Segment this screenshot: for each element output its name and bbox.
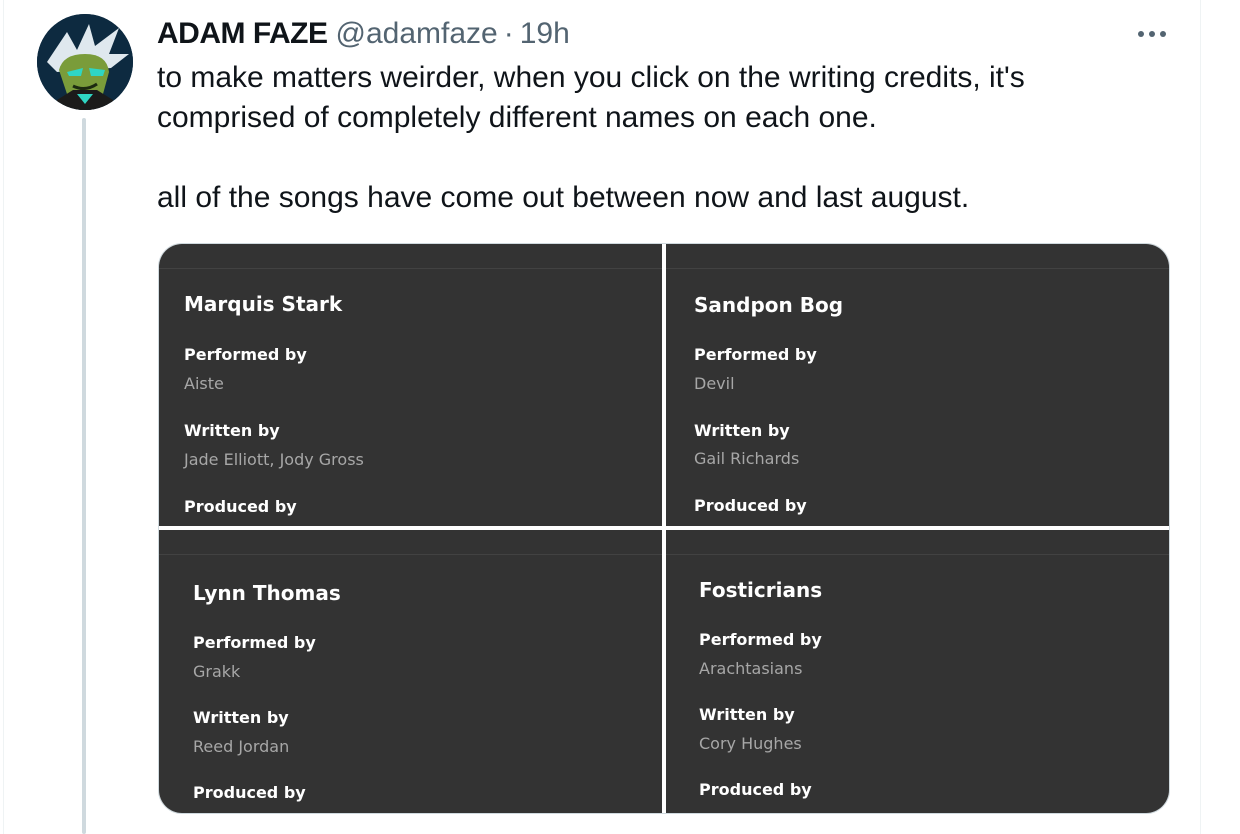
produced-by-label: Produced by bbox=[699, 780, 812, 799]
performed-by-label: Performed by bbox=[694, 345, 817, 364]
image-top-strip bbox=[159, 530, 662, 555]
media-image-4[interactable]: Fosticrians Performed by Arachtasians Wr… bbox=[666, 530, 1169, 813]
written-by-label: Written by bbox=[699, 705, 795, 724]
author-name[interactable]: ADAM FAZE bbox=[157, 17, 328, 51]
performer-name: Aiste bbox=[184, 374, 224, 393]
timeline-left-border bbox=[3, 0, 4, 834]
more-horizontal-icon bbox=[1138, 31, 1166, 37]
song-title: Lynn Thomas bbox=[193, 581, 341, 605]
media-image-2[interactable]: Sandpon Bog Performed by Devil Written b… bbox=[666, 244, 1169, 526]
tweet-header: ADAM FAZE @adamfaze · 19h bbox=[157, 14, 570, 54]
performed-by-label: Performed by bbox=[193, 633, 316, 652]
performer-name: Arachtasians bbox=[699, 659, 803, 678]
tweet-text-line: all of the songs have come out between n… bbox=[157, 181, 970, 214]
performer-name: Devil bbox=[694, 374, 735, 393]
song-title: Fosticrians bbox=[699, 578, 823, 602]
produced-by-label: Produced by bbox=[694, 496, 807, 515]
tweet-timestamp[interactable]: 19h bbox=[520, 17, 570, 51]
image-top-strip bbox=[666, 530, 1169, 555]
media-grid[interactable]: Marquis Stark Performed by Aiste Written… bbox=[158, 243, 1170, 814]
image-top-strip bbox=[666, 244, 1169, 269]
written-by-label: Written by bbox=[694, 421, 790, 440]
tweet-text-line: to make matters weirder, when you click … bbox=[157, 61, 1025, 94]
tweet-text-line: comprised of completely different names … bbox=[157, 101, 877, 134]
image-top-strip bbox=[159, 244, 662, 269]
writer-names: Jade Elliott, Jody Gross bbox=[184, 450, 364, 469]
media-image-1[interactable]: Marquis Stark Performed by Aiste Written… bbox=[159, 244, 662, 526]
writer-names: Reed Jordan bbox=[193, 737, 290, 756]
more-options-button[interactable] bbox=[1134, 20, 1170, 48]
written-by-label: Written by bbox=[193, 708, 289, 727]
performed-by-label: Performed by bbox=[699, 630, 822, 649]
timeline-right-border bbox=[1200, 0, 1201, 834]
song-title: Marquis Stark bbox=[184, 292, 343, 316]
performed-by-label: Performed by bbox=[184, 345, 307, 364]
avatar[interactable] bbox=[37, 14, 133, 110]
author-handle[interactable]: @adamfaze bbox=[336, 17, 498, 51]
song-title: Sandpon Bog bbox=[694, 293, 844, 317]
produced-by-label: Produced by bbox=[184, 497, 297, 516]
media-image-3[interactable]: Lynn Thomas Performed by Grakk Written b… bbox=[159, 530, 662, 813]
writer-names: Gail Richards bbox=[694, 449, 800, 468]
tweet-text: to make matters weirder, when you click … bbox=[157, 58, 1157, 218]
writer-names: Cory Hughes bbox=[699, 734, 802, 753]
written-by-label: Written by bbox=[184, 421, 280, 440]
performer-name: Grakk bbox=[193, 662, 241, 681]
header-separator: · bbox=[503, 17, 514, 50]
produced-by-label: Produced by bbox=[193, 783, 306, 802]
thread-line bbox=[82, 118, 86, 834]
avatar-image bbox=[37, 14, 133, 110]
